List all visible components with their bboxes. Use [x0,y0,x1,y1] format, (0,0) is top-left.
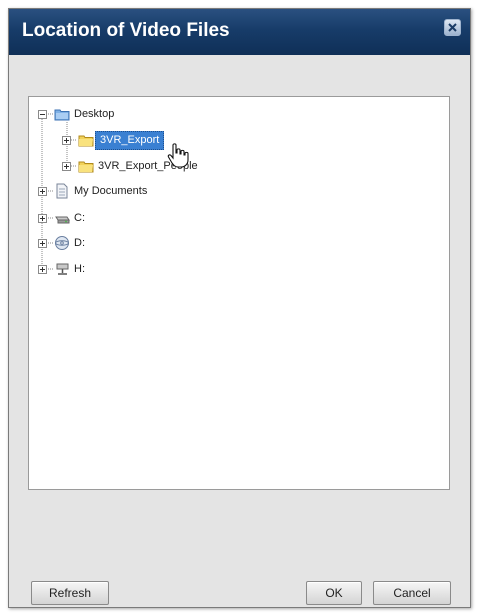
folder-icon [78,135,94,147]
tree-node-label: C: [74,212,85,224]
expand-toggle-icon[interactable] [38,214,47,223]
close-button[interactable] [444,19,461,36]
tree-node-label: D: [74,237,85,249]
desktop-folder-icon [54,109,70,121]
tree-node-label: H: [74,263,85,275]
cancel-button[interactable]: Cancel [373,581,451,605]
expand-toggle-icon[interactable] [62,136,71,145]
documents-icon [56,183,68,199]
ok-button[interactable]: OK [306,581,362,605]
hand-cursor-icon [167,143,189,168]
expand-toggle-icon[interactable] [62,162,71,171]
dialog-title: Location of Video Files [22,20,230,41]
tree-node-label: 3VR_Export [95,131,165,150]
network-drive-icon [56,263,69,275]
close-icon [448,23,457,32]
folder-icon [78,161,94,173]
cd-drive-icon [55,236,69,250]
expand-toggle-icon[interactable] [38,239,47,248]
tree-node-label: My Documents [74,185,148,197]
tree-node-label: Desktop [74,108,115,120]
expand-toggle-icon[interactable] [38,265,47,274]
hard-drive-icon [55,216,70,224]
location-dialog: Location of Video Files Desktop 3VR_Expo… [8,8,471,608]
title-bar[interactable]: Location of Video Files [9,9,470,55]
collapse-toggle-icon[interactable] [38,110,47,119]
expand-toggle-icon[interactable] [38,187,47,196]
refresh-button[interactable]: Refresh [31,581,109,605]
folder-tree[interactable]: Desktop 3VR_Export 3VR_Export_People My … [28,96,450,490]
